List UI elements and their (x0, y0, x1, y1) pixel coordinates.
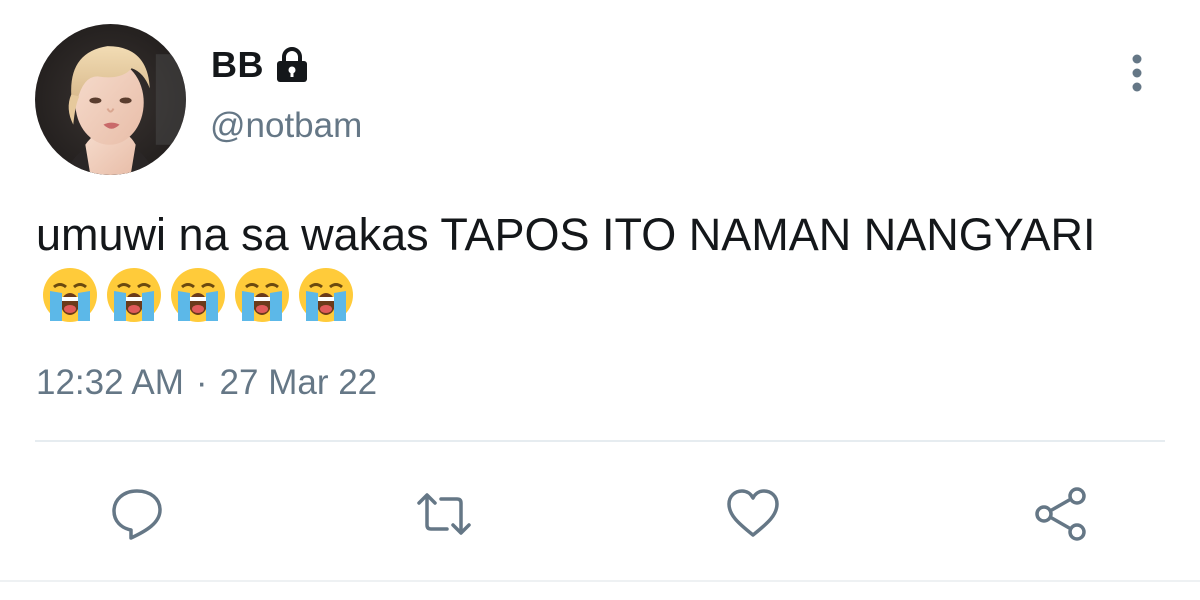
divider (35, 440, 1165, 442)
loudly-crying-face-icon (107, 268, 161, 323)
tweet-date: 27 Mar 22 (219, 363, 378, 402)
share-icon (1035, 487, 1086, 541)
user-name-row: BB (211, 43, 312, 87)
like-icon (727, 489, 779, 537)
profile-photo (35, 24, 186, 175)
tweet-body: umuwi na sa wakas TAPOS ITO NAMAN NANGYA… (36, 209, 1096, 260)
retweet-button[interactable] (415, 485, 473, 543)
bottom-divider (0, 580, 1200, 582)
timestamp-separator: · (195, 363, 208, 402)
reply-icon (112, 489, 162, 540)
share-button[interactable] (1032, 485, 1090, 543)
loudly-crying-face-icon (171, 268, 225, 323)
loudly-crying-face-icon (43, 268, 97, 323)
like-button[interactable] (724, 485, 782, 543)
tweet-time: 12:32 AM (36, 363, 184, 402)
more-vertical-icon[interactable] (1120, 52, 1154, 94)
loudly-crying-face-icon (235, 268, 289, 323)
reply-button[interactable] (108, 485, 166, 543)
avatar[interactable] (35, 24, 186, 175)
user-handle[interactable]: @notbam (210, 106, 362, 146)
display-name[interactable]: BB (211, 44, 264, 86)
tweet-timestamp[interactable]: 12:32 AM · 27 Mar 22 (36, 363, 377, 403)
tweet-card: BB @notbam umuwi na sa wakas TAPOS ITO N… (0, 0, 1200, 600)
lock-icon (272, 46, 312, 84)
retweet-icon (417, 493, 471, 535)
tweet-text: umuwi na sa wakas TAPOS ITO NAMAN NANGYA… (36, 204, 1136, 329)
emoji-group (40, 265, 356, 325)
loudly-crying-face-icon (299, 268, 353, 323)
